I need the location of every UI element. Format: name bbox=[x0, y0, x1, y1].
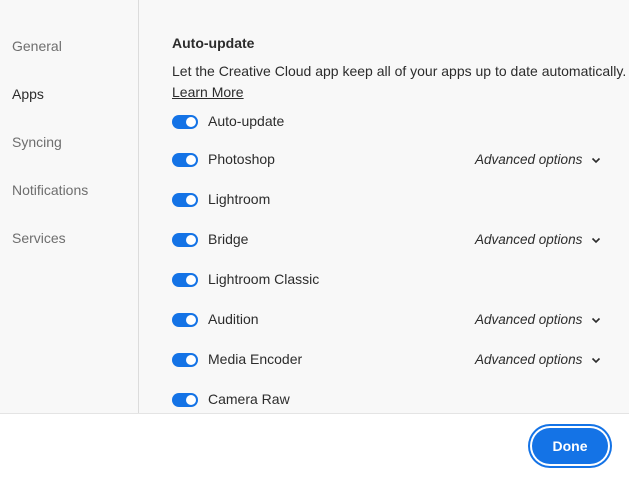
advanced-options-button[interactable]: Advanced options bbox=[475, 152, 602, 167]
app-name: Media Encoder bbox=[208, 351, 303, 367]
advanced-options-label: Advanced options bbox=[475, 352, 583, 367]
advanced-options-button[interactable]: Advanced options bbox=[475, 232, 602, 247]
audition-toggle[interactable] bbox=[172, 313, 198, 327]
sidebar-item-general[interactable]: General bbox=[12, 38, 62, 54]
toggle-knob bbox=[186, 195, 196, 205]
chevron-down-icon bbox=[592, 357, 601, 363]
sidebar-item-notifications[interactable]: Notifications bbox=[12, 182, 88, 198]
sidebar-item-apps[interactable]: Apps bbox=[12, 86, 44, 102]
sidebar-item-syncing[interactable]: Syncing bbox=[12, 134, 62, 150]
app-row-lightroom-classic: Lightroom Classic bbox=[172, 271, 597, 291]
toggle-knob bbox=[186, 117, 196, 127]
photoshop-toggle[interactable] bbox=[172, 153, 198, 167]
bridge-toggle[interactable] bbox=[172, 233, 198, 247]
advanced-options-button[interactable]: Advanced options bbox=[475, 312, 602, 327]
section-title: Auto-update bbox=[172, 35, 255, 51]
lightroom-classic-toggle[interactable] bbox=[172, 273, 198, 287]
app-name: Photoshop bbox=[208, 151, 275, 167]
auto-update-row: Auto-update bbox=[172, 113, 597, 133]
toggle-knob bbox=[186, 155, 196, 165]
done-button[interactable]: Done bbox=[532, 428, 608, 464]
sidebar: General Apps Syncing Notifications Servi… bbox=[0, 0, 139, 413]
app-name: Bridge bbox=[208, 231, 249, 247]
app-row-audition: Audition Advanced options bbox=[172, 311, 601, 331]
advanced-options-label: Advanced options bbox=[475, 232, 583, 247]
app-name: Lightroom bbox=[208, 191, 271, 207]
toggle-knob bbox=[186, 235, 196, 245]
app-name: Audition bbox=[208, 311, 259, 327]
apps-settings: Auto-update Let the Creative Cloud app k… bbox=[172, 0, 626, 413]
advanced-options-label: Advanced options bbox=[475, 312, 583, 327]
toggle-knob bbox=[186, 315, 196, 325]
app-name: Lightroom Classic bbox=[208, 271, 320, 287]
app-row-lightroom: Lightroom bbox=[172, 191, 597, 211]
chevron-down-icon bbox=[592, 317, 601, 323]
lightroom-toggle[interactable] bbox=[172, 193, 198, 207]
camera-raw-toggle[interactable] bbox=[172, 393, 198, 407]
app-row-media-encoder: Media Encoder Advanced options bbox=[172, 351, 601, 371]
advanced-options-label: Advanced options bbox=[475, 152, 583, 167]
preferences-panel: General Apps Syncing Notifications Servi… bbox=[0, 0, 629, 413]
sidebar-item-services[interactable]: Services bbox=[12, 230, 66, 246]
media-encoder-toggle[interactable] bbox=[172, 353, 198, 367]
app-row-bridge: Bridge Advanced options bbox=[172, 231, 601, 251]
toggle-knob bbox=[186, 355, 196, 365]
app-name: Camera Raw bbox=[208, 391, 290, 407]
learn-more-link[interactable]: Learn More bbox=[172, 84, 244, 100]
app-row-photoshop: Photoshop Advanced options bbox=[172, 151, 601, 171]
description-text: Let the Creative Cloud app keep all of y… bbox=[172, 63, 627, 79]
toggle-knob bbox=[186, 395, 196, 405]
advanced-options-button[interactable]: Advanced options bbox=[475, 352, 602, 367]
app-row-camera-raw: Camera Raw bbox=[172, 391, 597, 411]
footer-divider bbox=[0, 413, 629, 414]
toggle-knob bbox=[186, 275, 196, 285]
auto-update-toggle[interactable] bbox=[172, 115, 198, 129]
chevron-down-icon bbox=[592, 237, 601, 243]
chevron-down-icon bbox=[592, 157, 601, 163]
auto-update-label: Auto-update bbox=[208, 113, 285, 129]
